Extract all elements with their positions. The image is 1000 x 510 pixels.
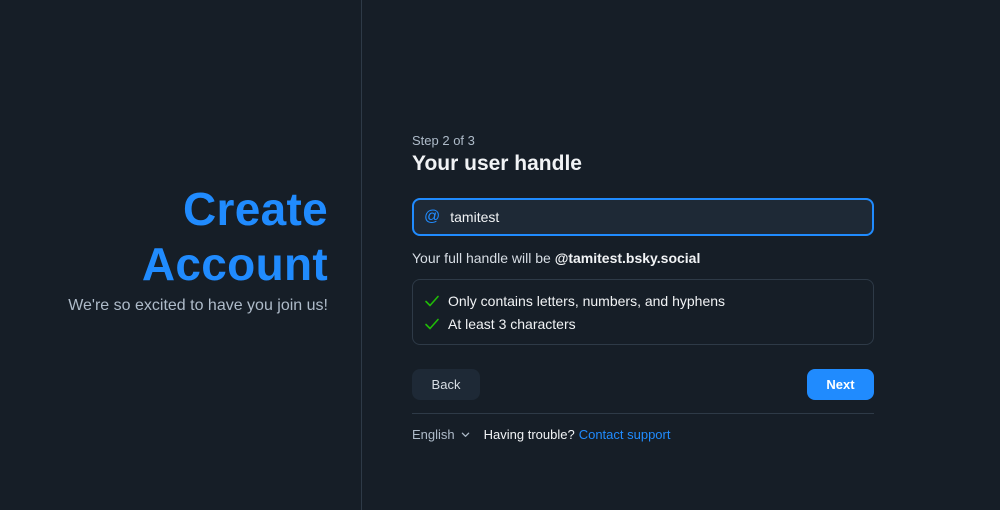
handle-input-wrapper[interactable]: @ — [412, 198, 874, 236]
chevron-down-icon — [461, 432, 469, 437]
language-label: English — [412, 427, 455, 442]
validation-label: At least 3 characters — [448, 315, 576, 332]
validation-label: Only contains letters, numbers, and hyph… — [448, 292, 726, 309]
contact-support-link[interactable]: Contact support — [579, 427, 671, 442]
handle-input[interactable] — [450, 209, 862, 225]
page-title: Create Account — [68, 182, 328, 292]
signup-form: Step 2 of 3 Your user handle @ Your full… — [412, 133, 874, 442]
divider — [412, 413, 874, 414]
at-icon: @ — [424, 208, 441, 225]
step-indicator: Step 2 of 3 — [412, 133, 475, 148]
validation-item: Only contains letters, numbers, and hyph… — [424, 289, 862, 312]
form-actions: Back Next — [412, 369, 874, 400]
intro: Create Account We're so excited to have … — [68, 182, 328, 315]
check-icon — [425, 295, 439, 306]
next-button[interactable]: Next — [807, 369, 874, 400]
trouble-text: Having trouble? — [483, 427, 575, 442]
check-icon — [425, 318, 439, 329]
form-heading: Your user handle — [412, 152, 582, 175]
right-panel: Step 2 of 3 Your user handle @ Your full… — [363, 0, 1000, 510]
validation-list: Only contains letters, numbers, and hyph… — [412, 279, 874, 345]
title-line-2: Account — [141, 238, 328, 290]
title-line-1: Create — [183, 183, 328, 235]
back-button[interactable]: Back — [412, 369, 480, 400]
subtitle: We're so excited to have you join us! — [68, 297, 328, 314]
left-panel: Create Account We're so excited to have … — [0, 0, 362, 510]
full-handle-value: @tamitest.bsky.social — [554, 250, 701, 266]
footer: English Having trouble? Contact support — [412, 427, 874, 442]
full-handle-prefix: Your full handle will be — [412, 250, 555, 266]
full-handle-text: Your full handle will be @tamitest.bsky.… — [412, 250, 874, 266]
validation-item: At least 3 characters — [424, 312, 862, 335]
language-select[interactable]: English — [412, 427, 470, 442]
